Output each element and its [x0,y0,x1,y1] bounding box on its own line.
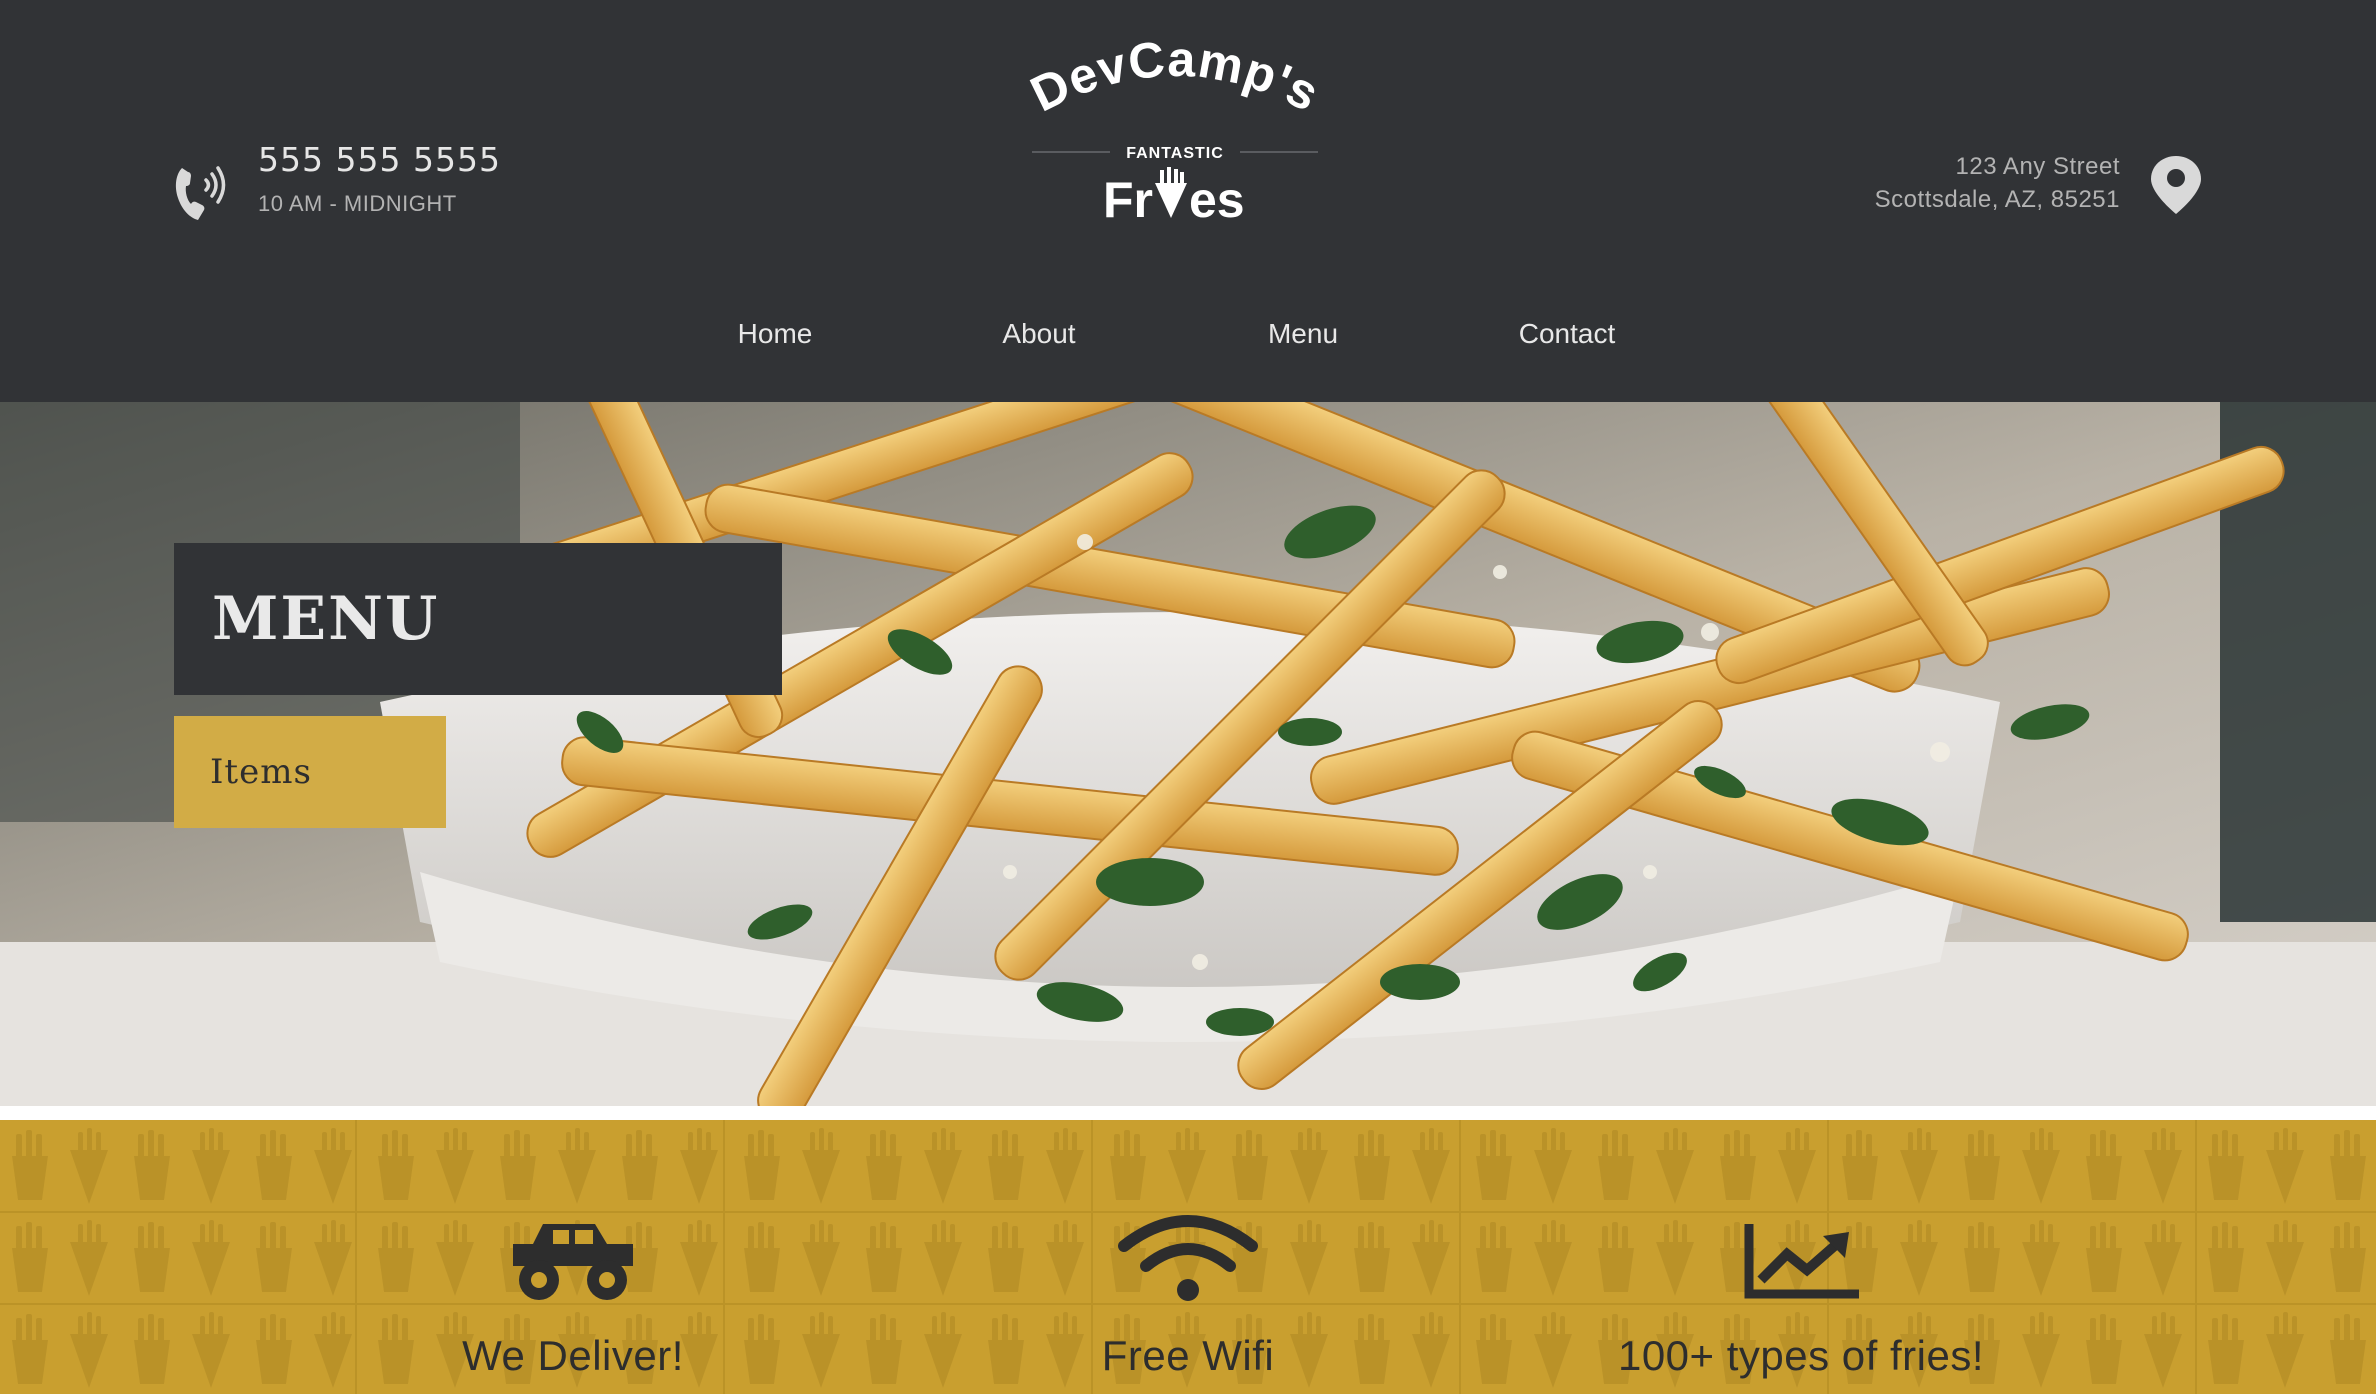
address-contact: 123 Any Street Scottsdale, AZ, 85251 [1875,148,2204,216]
nav-home[interactable]: Home [738,318,813,350]
nav-about[interactable]: About [1002,318,1075,350]
fries-cone-icon [1155,167,1187,218]
truck-icon [513,1224,633,1300]
business-hours: 10 AM - MIDNIGHT [258,191,457,216]
address-city: Scottsdale, AZ, 85251 [1874,186,2120,213]
items-button[interactable]: Items [174,716,446,828]
section-divider [0,1106,2376,1120]
logo-word-end: es [1189,172,1245,228]
chart-icon [1744,1224,1859,1299]
features-band: We Deliver! Free Wifi 100+ types of frie… [0,1120,2376,1394]
main-nav: Home About Menu Contact [0,318,2376,358]
page-title-box: MENU [174,543,782,695]
nav-contact[interactable]: Contact [1519,318,1616,350]
logo-title: DevCamp's [1022,40,1327,123]
items-button-label: Items [210,752,312,792]
logo-word-start: Fr [1103,172,1153,228]
feature-variety-label: 100+ types of fries! [1617,1332,1985,1379]
site-logo[interactable]: DevCamp's FANTASTIC Fr es [1010,40,1340,240]
phone-number[interactable]: 555 555 5555 [258,140,501,179]
address-street: 123 Any Street [1955,153,2120,180]
phone-icon [175,166,226,220]
wifi-icon [1118,1215,1258,1301]
feature-variety: 100+ types of fries! [1551,1120,2051,1380]
feature-wifi-label: Free Wifi [1101,1332,1275,1379]
nav-menu[interactable]: Menu [1268,318,1338,350]
page-title: MENU [212,584,440,654]
phone-contact: 555 555 5555 10 AM - MIDNIGHT [172,140,501,224]
feature-wifi: Free Wifi [938,1120,1438,1380]
feature-delivery-label: We Deliver! [462,1332,684,1379]
map-pin-icon[interactable] [2148,154,2204,216]
logo-tagline: FANTASTIC [1126,145,1224,162]
svg-text:DevCamp's: DevCamp's [1022,40,1328,123]
site-header: 555 555 5555 10 AM - MIDNIGHT DevCamp's … [0,0,2376,402]
feature-delivery: We Deliver! [323,1120,823,1380]
